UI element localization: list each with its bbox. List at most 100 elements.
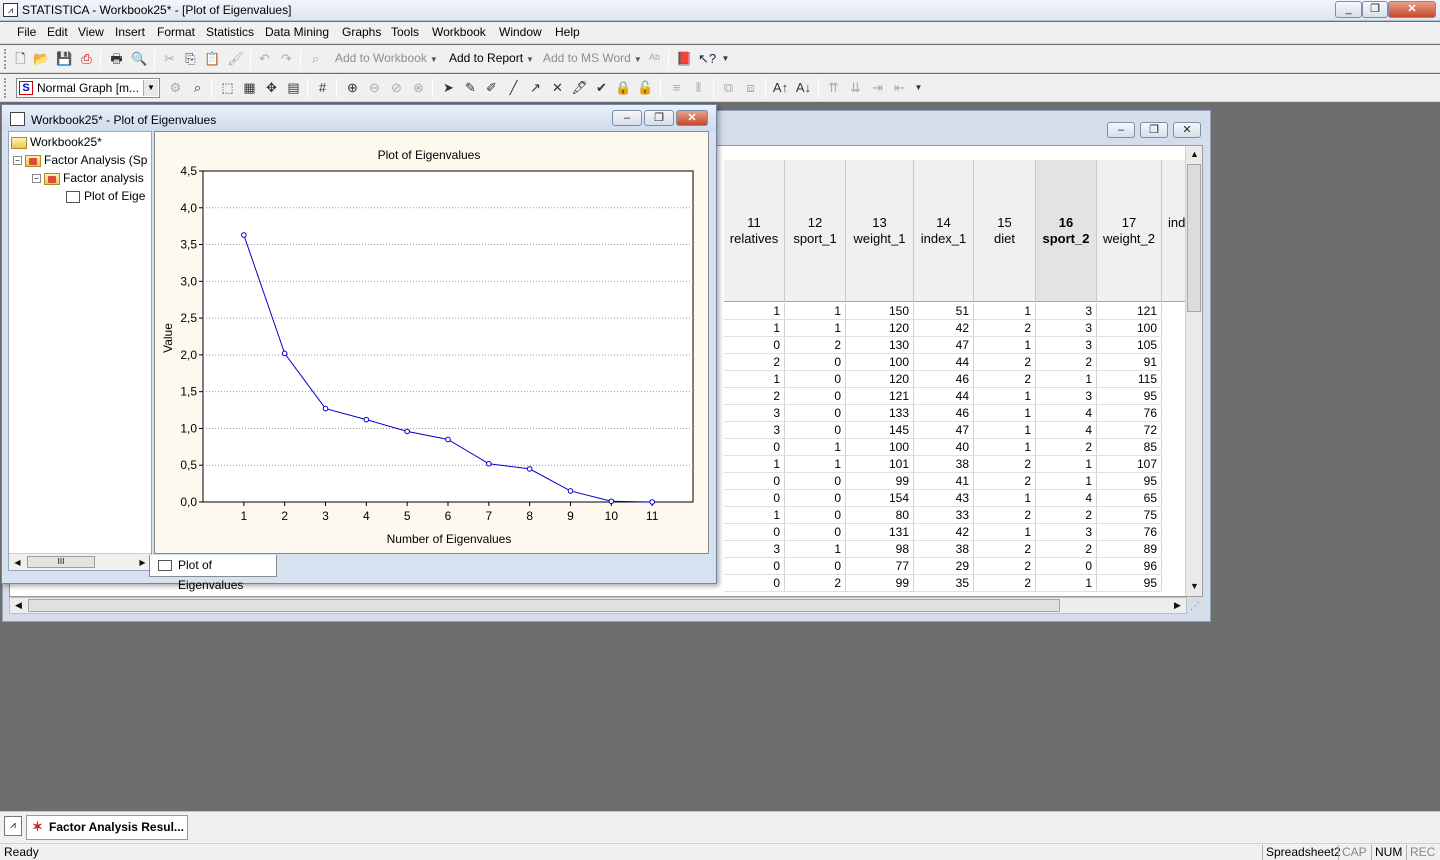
minimize-button[interactable]: –: [612, 110, 642, 126]
table-cell[interactable]: 33: [914, 507, 974, 524]
menu-view[interactable]: View: [78, 25, 104, 39]
tree-node-factor-analysis-group[interactable]: − Factor Analysis (Sp: [13, 152, 147, 168]
table-cell[interactable]: 0: [785, 507, 846, 524]
brush-icon[interactable]: 🖋: [571, 79, 588, 96]
table-cell[interactable]: 1: [974, 303, 1036, 320]
redo-icon[interactable]: ↷: [278, 50, 295, 67]
table-cell[interactable]: 3: [1036, 337, 1097, 354]
table-cell[interactable]: 100: [846, 439, 914, 456]
table-cell[interactable]: 133: [846, 405, 914, 422]
table-cell[interactable]: 1: [1036, 473, 1097, 490]
column-header[interactable]: 13 weight_1: [846, 160, 914, 302]
unlock-icon[interactable]: 🔓: [637, 79, 654, 96]
menu-window[interactable]: Window: [499, 25, 542, 39]
table-cell[interactable]: 131: [846, 524, 914, 541]
table-cell[interactable]: 100: [846, 354, 914, 371]
table-cell[interactable]: 0: [785, 405, 846, 422]
paste-icon[interactable]: 📋: [204, 50, 221, 67]
save-icon[interactable]: 💾: [56, 50, 73, 67]
table-cell[interactable]: 121: [846, 388, 914, 405]
scrollbar-thumb[interactable]: III: [27, 556, 95, 568]
menu-insert[interactable]: Insert: [115, 25, 145, 39]
collapse-icon[interactable]: −: [32, 174, 41, 184]
toolbar-grip[interactable]: [4, 49, 8, 69]
table-cell[interactable]: 1: [1036, 575, 1097, 592]
open-icon[interactable]: 📂: [33, 50, 50, 67]
graph-canvas[interactable]: Plot of Eigenvalues Number of Eigenvalue…: [154, 131, 709, 554]
table-cell[interactable]: 2: [724, 354, 785, 371]
table-cell[interactable]: 2: [785, 337, 846, 354]
table-cell[interactable]: 1: [974, 490, 1036, 507]
table-cell[interactable]: 115: [1097, 371, 1162, 388]
table-cell[interactable]: 1: [724, 456, 785, 473]
table-cell[interactable]: 1: [785, 541, 846, 558]
table-cell[interactable]: 4: [1036, 490, 1097, 507]
table-cell[interactable]: 1: [724, 507, 785, 524]
help-pointer-icon[interactable]: ↖?: [698, 50, 716, 67]
table-cell[interactable]: 130: [846, 337, 914, 354]
table-cell[interactable]: 4: [1036, 405, 1097, 422]
scroll-up-icon[interactable]: ▲: [1187, 147, 1202, 162]
table-cell[interactable]: 1: [974, 337, 1036, 354]
menu-statistics[interactable]: Statistics: [206, 25, 254, 39]
table-cell[interactable]: 51: [914, 303, 974, 320]
table-cell[interactable]: 0: [785, 354, 846, 371]
highlight-icon[interactable]: ✔: [593, 79, 610, 96]
table-cell[interactable]: 3: [1036, 524, 1097, 541]
table-cell[interactable]: 95: [1097, 575, 1162, 592]
undo-icon[interactable]: ↶: [256, 50, 273, 67]
restore-button[interactable]: ❐: [644, 110, 674, 126]
align-icon[interactable]: ≡: [668, 79, 685, 96]
restore-button[interactable]: ❐: [1140, 122, 1168, 138]
table-cell[interactable]: 98: [846, 541, 914, 558]
graph-window-title-bar[interactable]: Workbook25* - Plot of Eigenvalues – ❐ ✕: [2, 105, 716, 131]
scroll-left-icon[interactable]: ◀: [11, 598, 26, 613]
table-cell[interactable]: 77: [846, 558, 914, 575]
scrollbar-thumb[interactable]: [28, 599, 1060, 612]
table-cell[interactable]: 40: [914, 439, 974, 456]
table-cell[interactable]: 0: [785, 388, 846, 405]
table-cell[interactable]: 2: [974, 320, 1036, 337]
graph-options-icon[interactable]: ⚙: [167, 79, 184, 96]
close-button[interactable]: ✕: [676, 110, 708, 126]
table-cell[interactable]: 3: [724, 422, 785, 439]
table-cell[interactable]: 42: [914, 320, 974, 337]
horizontal-scrollbar[interactable]: ◀ ▶: [9, 597, 1187, 614]
table-cell[interactable]: 0: [785, 422, 846, 439]
cut-icon[interactable]: ✂: [161, 50, 178, 67]
table-cell[interactable]: 80: [846, 507, 914, 524]
menu-data-mining[interactable]: Data Mining: [265, 25, 329, 39]
print-preview-icon[interactable]: 🔍: [131, 50, 148, 67]
format-painter-icon[interactable]: 🖌: [227, 50, 244, 67]
table-cell[interactable]: 0: [785, 490, 846, 507]
table-cell[interactable]: 99: [846, 575, 914, 592]
taskbar-item-factor-analysis[interactable]: ✶ Factor Analysis Resul...: [26, 815, 188, 840]
scroll-down-icon[interactable]: ▼: [1187, 579, 1202, 594]
table-cell[interactable]: 3: [724, 541, 785, 558]
menu-workbook[interactable]: Workbook: [432, 25, 486, 39]
toolbar-grip[interactable]: [4, 78, 8, 98]
table-cell[interactable]: 95: [1097, 473, 1162, 490]
minimize-button[interactable]: –: [1107, 122, 1135, 138]
table-cell[interactable]: 89: [1097, 541, 1162, 558]
table-cell[interactable]: 3: [724, 405, 785, 422]
table-cell[interactable]: 0: [785, 524, 846, 541]
scrollbar-thumb[interactable]: [1187, 164, 1201, 312]
table-cell[interactable]: 76: [1097, 524, 1162, 541]
table-cell[interactable]: 2: [974, 541, 1036, 558]
table-cell[interactable]: 0: [785, 371, 846, 388]
menu-help[interactable]: Help: [555, 25, 580, 39]
tree-horizontal-scrollbar[interactable]: ◀ III ▶: [9, 553, 151, 570]
table-cell[interactable]: 72: [1097, 422, 1162, 439]
table-cell[interactable]: 2: [974, 507, 1036, 524]
table-cell[interactable]: 95: [1097, 388, 1162, 405]
menu-tools[interactable]: Tools: [391, 25, 419, 39]
tree-node-plot-of-eigenvalues[interactable]: Plot of Eige: [66, 188, 145, 204]
close-button[interactable]: ✕: [1173, 122, 1201, 138]
table-cell[interactable]: 2: [785, 575, 846, 592]
scroll-right-icon[interactable]: ▶: [135, 555, 150, 570]
zoom-graph-icon[interactable]: ⌕: [189, 79, 206, 96]
menu-format[interactable]: Format: [157, 25, 195, 39]
table-cell[interactable]: 1: [724, 303, 785, 320]
table-cell[interactable]: 100: [1097, 320, 1162, 337]
